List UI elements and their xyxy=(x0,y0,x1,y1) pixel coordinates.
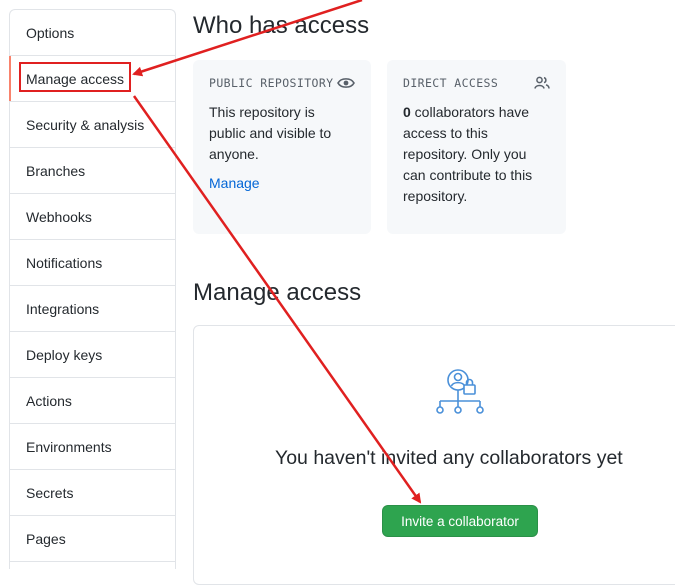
direct-access-label: DIRECT ACCESS xyxy=(403,76,499,90)
public-repository-card: PUBLIC REPOSITORY This repository is pub… xyxy=(193,60,371,234)
invite-collaborator-button[interactable]: Invite a collaborator xyxy=(382,505,538,537)
direct-access-card: DIRECT ACCESS 0 collaborators have acces… xyxy=(387,60,566,234)
no-collaborators-message: You haven't invited any collaborators ye… xyxy=(275,447,623,469)
sidebar-item-deploy-keys[interactable]: Deploy keys xyxy=(10,332,175,378)
direct-access-text: 0 collaborators have access to this repo… xyxy=(403,102,550,207)
public-repository-text: This repository is public and visible to… xyxy=(209,104,332,162)
sidebar-item-actions[interactable]: Actions xyxy=(10,378,175,424)
direct-access-description: collaborators have access to this reposi… xyxy=(403,104,533,204)
sidebar-item-secrets[interactable]: Secrets xyxy=(10,470,175,516)
sidebar-item-manage-access[interactable]: Manage access xyxy=(9,56,175,102)
eye-icon xyxy=(337,76,355,95)
collaborators-lock-icon xyxy=(434,368,486,423)
sidebar-item-environments[interactable]: Environments xyxy=(10,424,175,470)
manage-visibility-link[interactable]: Manage xyxy=(209,175,260,191)
sidebar-item-pages[interactable]: Pages xyxy=(10,516,175,562)
sidebar-item-integrations[interactable]: Integrations xyxy=(10,286,175,332)
sidebar-item-branches[interactable]: Branches xyxy=(10,148,175,194)
sidebar-item-options[interactable]: Options xyxy=(10,10,175,56)
manage-access-heading: Manage access xyxy=(193,279,362,306)
settings-sidebar: Options Manage access Security & analysi… xyxy=(9,9,176,569)
people-icon xyxy=(534,76,550,95)
sidebar-item-security-analysis[interactable]: Security & analysis xyxy=(10,102,175,148)
sidebar-item-webhooks[interactable]: Webhooks xyxy=(10,194,175,240)
who-has-access-heading: Who has access xyxy=(193,12,370,39)
sidebar-item-notifications[interactable]: Notifications xyxy=(10,240,175,286)
collaborator-count: 0 xyxy=(403,104,411,120)
public-repository-label: PUBLIC REPOSITORY xyxy=(209,76,334,90)
